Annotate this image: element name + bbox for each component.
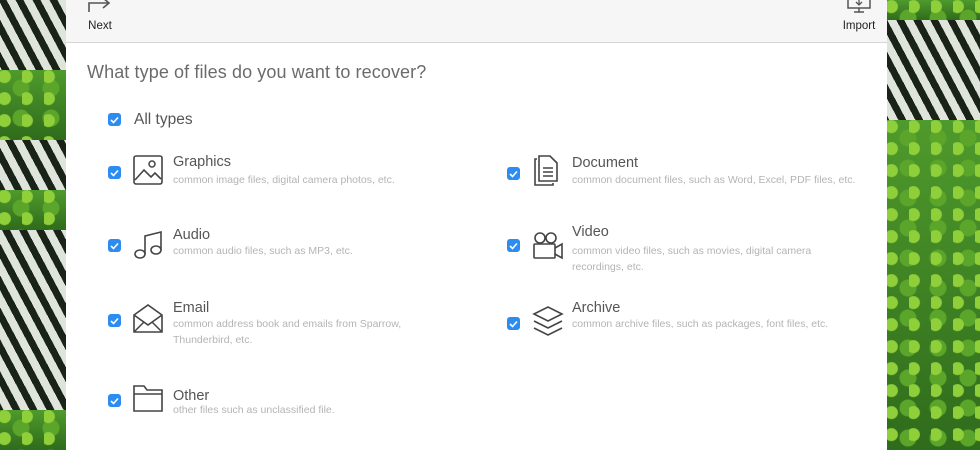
video-title: Video xyxy=(572,224,609,240)
desktop-wallpaper-left xyxy=(0,0,66,450)
next-arrow-icon xyxy=(88,0,111,12)
archive-description: common archive files, such as packages, … xyxy=(572,318,829,330)
recovery-window: Next Import What type of files do you wa… xyxy=(66,0,887,450)
archive-title: Archive xyxy=(572,300,621,316)
other-description: other files such as unclassified file. xyxy=(173,404,335,416)
layers-icon xyxy=(532,306,564,336)
video-description: common video files, such as movies, digi… xyxy=(572,245,812,273)
document-title: Document xyxy=(572,155,639,171)
audio-title: Audio xyxy=(173,227,211,243)
document-checkbox[interactable] xyxy=(507,167,520,180)
image-icon xyxy=(133,155,163,185)
folder-icon xyxy=(133,385,163,412)
graphics-checkbox[interactable] xyxy=(108,166,121,179)
graphics-description: common image files, digital camera photo… xyxy=(173,174,395,186)
video-camera-icon xyxy=(533,232,563,260)
import-label: Import xyxy=(842,20,876,32)
email-checkbox[interactable] xyxy=(108,314,121,327)
graphics-title: Graphics xyxy=(173,154,232,170)
audio-description: common audio files, such as MP3, etc. xyxy=(173,245,353,257)
import-button[interactable]: Import xyxy=(837,0,881,43)
music-note-icon xyxy=(134,230,162,259)
all-types-label: All types xyxy=(134,111,193,128)
checkmark-icon xyxy=(509,170,518,178)
audio-checkbox[interactable] xyxy=(108,239,121,252)
page-title: What type of files do you want to recove… xyxy=(87,62,427,82)
desktop-wallpaper-right xyxy=(887,0,980,450)
other-checkbox[interactable] xyxy=(108,394,121,407)
checkmark-icon xyxy=(110,169,119,177)
email-title: Email xyxy=(173,300,210,316)
checkmark-icon xyxy=(110,317,119,325)
checkmark-icon xyxy=(509,242,518,250)
document-icon xyxy=(534,155,558,186)
monitor-icon xyxy=(847,0,871,13)
toolbar: Next Import xyxy=(66,0,887,43)
document-description: common document files, such as Word, Exc… xyxy=(572,174,856,186)
checkmark-icon xyxy=(110,242,119,250)
email-description: common address book and emails from Spar… xyxy=(173,318,402,346)
checkmark-icon xyxy=(110,116,119,124)
checkmark-icon xyxy=(509,320,518,328)
envelope-icon xyxy=(133,304,163,333)
archive-checkbox[interactable] xyxy=(507,317,520,330)
next-button[interactable]: Next xyxy=(80,0,120,43)
checkmark-icon xyxy=(110,397,119,405)
next-label: Next xyxy=(88,20,112,32)
all-types-checkbox[interactable] xyxy=(108,113,121,126)
video-checkbox[interactable] xyxy=(507,239,520,252)
